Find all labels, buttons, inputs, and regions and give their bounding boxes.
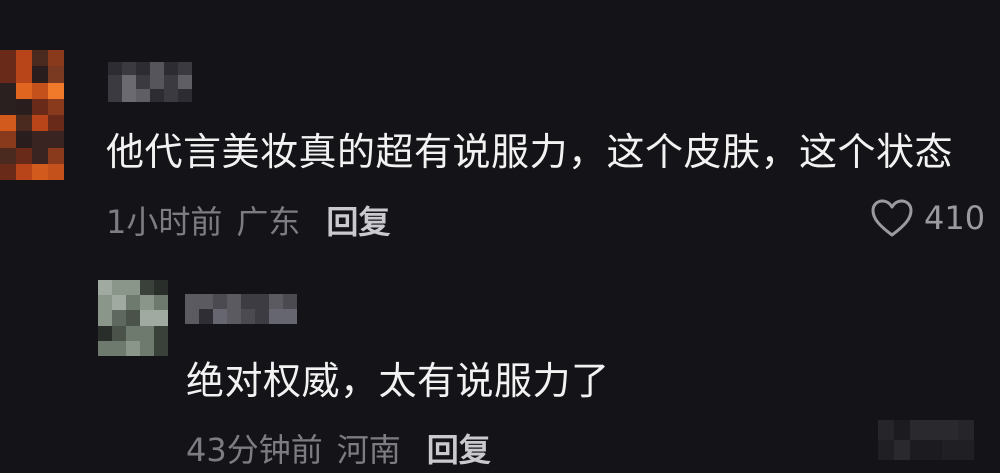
username-blurred[interactable] — [108, 62, 192, 102]
avatar[interactable] — [0, 50, 64, 180]
reply-avatar[interactable] — [98, 280, 168, 356]
comment-location: 广东 — [236, 203, 301, 241]
reply-reply-button[interactable]: 回复 — [427, 434, 491, 466]
reply-text: 绝对权威，太有说服力了 — [186, 359, 610, 403]
watermark — [878, 420, 974, 460]
comment-text: 他代言美妆真的超有说服力，这个皮肤，这个状态 — [106, 130, 954, 174]
comment-meta: 1小时前 广东 回复 — [106, 206, 390, 238]
reply-username-blurred[interactable] — [185, 294, 297, 324]
heart-outline-icon[interactable] — [870, 198, 914, 238]
reply-meta: 43分钟前 河南 回复 — [186, 434, 491, 466]
reply-time: 43分钟前 — [186, 431, 323, 469]
comment-thread: 他代言美妆真的超有说服力，这个皮肤，这个状态 1小时前 广东 回复 410 绝对… — [0, 0, 1000, 473]
reply-location: 河南 — [336, 431, 401, 469]
like-button[interactable]: 410 — [870, 198, 985, 238]
like-count: 410 — [924, 199, 986, 237]
reply-button[interactable]: 回复 — [326, 206, 390, 238]
comment-time: 1小时前 — [106, 203, 223, 241]
